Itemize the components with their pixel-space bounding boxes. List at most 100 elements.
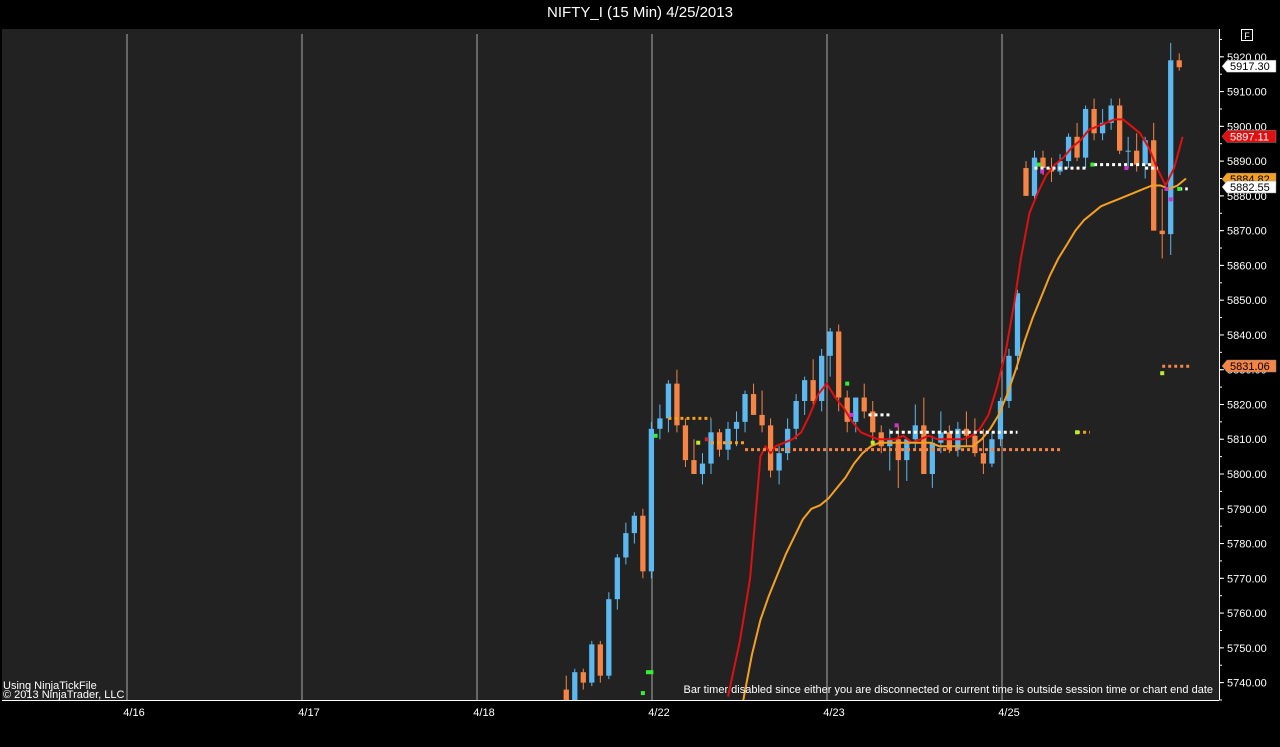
candle-up — [631, 515, 638, 534]
y-tick-label: 5790.00 — [1227, 504, 1267, 516]
candle-down — [1074, 136, 1080, 158]
candle-down — [563, 689, 569, 700]
signal-marker — [649, 670, 654, 675]
candle-down — [716, 432, 723, 450]
candle-down — [640, 515, 646, 572]
candle-up — [725, 428, 731, 450]
signal-marker — [845, 381, 850, 386]
candle-up — [819, 355, 825, 402]
y-tick-label: 5780.00 — [1227, 539, 1267, 551]
signal-marker — [645, 670, 650, 675]
candle-down — [580, 672, 586, 683]
candle-down — [861, 397, 867, 412]
copyright-note: © 2013 NinjaTrader, LLC — [3, 689, 125, 701]
price-tag-label: 5884.82 — [1230, 174, 1270, 186]
signal-marker — [1168, 197, 1173, 202]
candle-down — [1091, 108, 1097, 134]
x-tick-label: 4/25 — [998, 707, 1019, 719]
candle-up — [648, 428, 655, 572]
y-tick-label: 5860.00 — [1227, 260, 1267, 272]
x-tick-label: 4/22 — [648, 707, 669, 719]
price-tag-label: 5882.55 — [1230, 182, 1270, 194]
y-tick-label: 5740.00 — [1227, 678, 1267, 690]
candle-up — [708, 432, 714, 464]
price-tag-label: 5917.30 — [1230, 61, 1270, 73]
candle-up — [742, 394, 748, 422]
candle-down — [1176, 60, 1182, 68]
y-tick-label: 5770.00 — [1227, 573, 1267, 585]
y-tick-label: 5870.00 — [1227, 226, 1267, 238]
y-tick-label: 5830.00 — [1227, 365, 1267, 377]
signal-marker — [1164, 186, 1169, 191]
candle-down — [1134, 150, 1140, 165]
price-tag — [1221, 59, 1277, 73]
candle-up — [793, 401, 799, 429]
signal-marker — [653, 433, 658, 438]
candle-down — [597, 644, 603, 676]
price-tag-label: 5897.11 — [1230, 131, 1269, 143]
y-tick-label: 5900.00 — [1227, 121, 1267, 133]
candlestick-chart[interactable] — [2, 29, 1219, 700]
signal-marker — [1036, 162, 1041, 167]
candle-down — [1159, 230, 1165, 235]
signal-marker — [1160, 371, 1165, 376]
signal-marker — [1075, 430, 1080, 435]
candle-down — [682, 425, 689, 461]
window-title: NIFTY_I (15 Min) 4/25/2013 — [547, 4, 733, 21]
price-tag — [1221, 180, 1277, 194]
price-tag — [1221, 359, 1277, 373]
candle-up — [989, 439, 995, 464]
candle-up — [614, 557, 620, 600]
y-tick-label: 5910.00 — [1227, 87, 1267, 99]
candle-up — [665, 383, 672, 419]
y-tick-label: 5750.00 — [1227, 643, 1267, 655]
y-tick-label: 5800.00 — [1227, 469, 1267, 481]
signal-marker — [1124, 166, 1129, 171]
candle-up — [776, 453, 782, 471]
price-tag — [1221, 172, 1277, 186]
candle-up — [699, 463, 706, 475]
candle-down — [836, 331, 842, 398]
signal-marker — [870, 440, 875, 445]
y-tick-label: 5760.00 — [1227, 608, 1267, 620]
y-tick-label: 5890.00 — [1227, 156, 1267, 168]
x-tick-label: 4/16 — [123, 707, 144, 719]
candle-up — [606, 599, 612, 676]
signal-marker — [1090, 162, 1095, 167]
f-button[interactable]: F — [1241, 29, 1253, 41]
signal-marker — [1177, 186, 1182, 191]
candle-up — [623, 533, 629, 558]
signal-marker — [696, 440, 701, 445]
candle-up — [801, 380, 808, 402]
candle-up — [1031, 157, 1038, 196]
signal-marker — [1040, 169, 1045, 174]
candle-up — [589, 644, 595, 683]
x-tick-label: 4/18 — [473, 707, 494, 719]
y-tick-label: 5820.00 — [1227, 399, 1267, 411]
price-tag — [1221, 130, 1277, 143]
candle-up — [657, 418, 663, 429]
chart-plot-area[interactable]: Using NinjaTickFile © 2013 NinjaTrader, … — [2, 29, 1219, 701]
candle-down — [1116, 105, 1123, 151]
price-tag-label: 5831.06 — [1230, 361, 1270, 373]
y-tick-label: 5840.00 — [1227, 330, 1267, 342]
signal-marker — [640, 691, 645, 696]
candle-up — [1168, 60, 1174, 235]
signal-marker — [704, 437, 709, 442]
candle-up — [853, 397, 859, 422]
candle-down — [691, 460, 697, 475]
candle-up — [938, 432, 944, 443]
candle-down — [759, 414, 765, 426]
candle-up — [1014, 293, 1021, 356]
x-tick-label: 4/23 — [823, 707, 844, 719]
signal-marker — [849, 412, 854, 417]
y-tick-label: 5920.00 — [1227, 52, 1267, 64]
candle-down — [980, 453, 987, 464]
bar-timer-message: Bar timer disabled since either you are … — [683, 684, 1214, 696]
y-tick-label: 5850.00 — [1227, 295, 1267, 307]
candle-up — [733, 421, 740, 429]
candle-down — [1040, 157, 1046, 169]
candle-down — [810, 380, 816, 402]
candle-down — [1023, 168, 1029, 196]
candle-up — [929, 442, 935, 475]
